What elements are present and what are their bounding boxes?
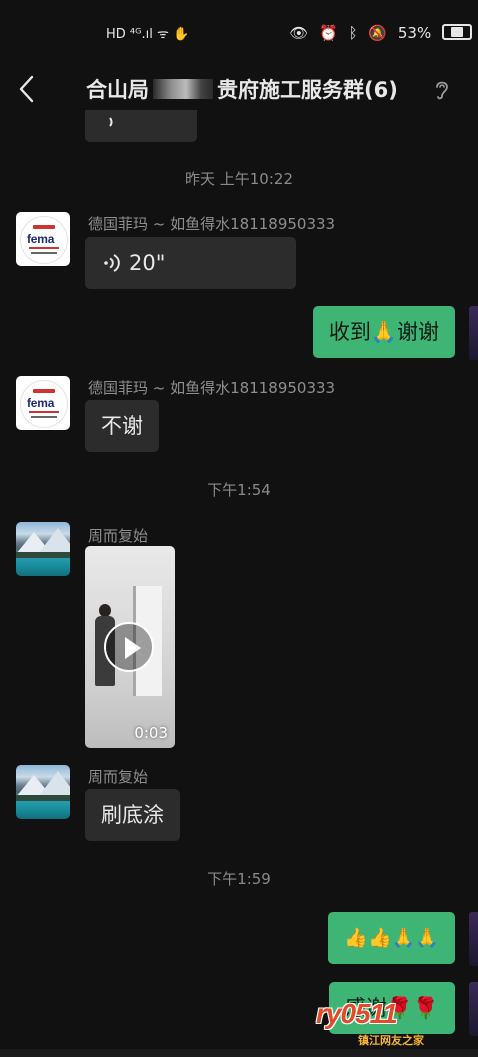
back-button[interactable] — [14, 72, 42, 106]
fema-logo-text: fema — [27, 396, 55, 410]
outgoing-message[interactable]: 收到🙏谢谢 — [312, 306, 455, 358]
redacted-text — [153, 79, 213, 99]
network-status-icons: HD ⁴ᴳ.ıl ᯤ ✋ — [106, 27, 190, 42]
chat-title-prefix: 合山局 — [86, 78, 149, 102]
pray-emoji: 🙏 — [370, 320, 397, 344]
self-avatar[interactable] — [469, 912, 478, 966]
voice-wave-icon — [104, 254, 120, 272]
sender-name: 德国菲玛 ~ 如鱼得水18118950333 — [88, 215, 336, 233]
battery-icon — [442, 24, 472, 40]
voice-wave-icon — [109, 117, 113, 127]
voice-duration: 20" — [129, 251, 166, 275]
alarm-icon: ⏰ — [319, 24, 338, 42]
ear-icon[interactable] — [432, 78, 452, 102]
back-arrow-icon — [19, 75, 34, 103]
video-duration: 0:03 — [134, 724, 168, 742]
avatar[interactable]: fema — [16, 376, 70, 430]
outgoing-message[interactable]: 👍👍🙏🙏 — [328, 912, 455, 964]
play-button[interactable] — [104, 622, 154, 672]
bluetooth-icon: ᛒ — [348, 24, 358, 42]
chat-title-suffix: 贵府施工服务群(6) — [217, 78, 398, 102]
eye-icon: 👁 — [289, 24, 309, 42]
self-avatar[interactable] — [469, 982, 478, 1036]
fema-logo: fema — [20, 216, 68, 264]
sender-name: 周而复始 — [88, 768, 149, 786]
fema-logo: fema — [20, 380, 68, 428]
mute-icon: 🔕 — [368, 24, 388, 42]
battery-percent: 53% — [397, 24, 432, 42]
self-avatar[interactable] — [469, 306, 478, 360]
avatar[interactable] — [16, 522, 70, 576]
chat-screen: HD ⁴ᴳ.ıl ᯤ ✋ 👁 ⏰ ᛒ 🔕 53% 合山局 贵府施工服务群(6) — [0, 0, 478, 1057]
avatar[interactable] — [16, 765, 70, 819]
status-bar: HD ⁴ᴳ.ıl ᯤ ✋ 👁 ⏰ ᛒ 🔕 53% — [0, 0, 478, 58]
watermark-subtitle: 镇江网友之家 — [358, 1034, 424, 1047]
timestamp: 昨天 上午10:22 — [185, 170, 293, 188]
timestamp: 下午1:59 — [207, 870, 271, 888]
status-right: 👁 ⏰ ᛒ 🔕 53% — [283, 24, 472, 42]
sender-name: 周而复始 — [88, 527, 149, 545]
chat-title: 合山局 贵府施工服务群(6) — [86, 74, 398, 104]
watermark-logo: ry0511 — [316, 998, 398, 1029]
sender-name: 德国菲玛 ~ 如鱼得水18118950333 — [88, 379, 336, 397]
text-message[interactable]: 不谢 — [85, 400, 159, 452]
play-icon — [125, 637, 141, 659]
timestamp: 下午1:54 — [207, 481, 271, 499]
site-watermark: ry0511 镇江网友之家 — [316, 998, 466, 1050]
chat-header: 合山局 贵府施工服务群(6) — [0, 58, 478, 120]
previous-voice-message[interactable] — [85, 110, 197, 142]
avatar[interactable]: fema — [16, 212, 70, 266]
fema-logo-text: fema — [27, 232, 55, 246]
video-message[interactable]: 0:03 — [85, 546, 175, 748]
voice-message[interactable]: 20" — [85, 237, 296, 289]
text-message[interactable]: 刷底涂 — [85, 789, 180, 841]
bottom-input-bar-edge — [0, 1049, 478, 1057]
battery-fill — [451, 27, 463, 37]
